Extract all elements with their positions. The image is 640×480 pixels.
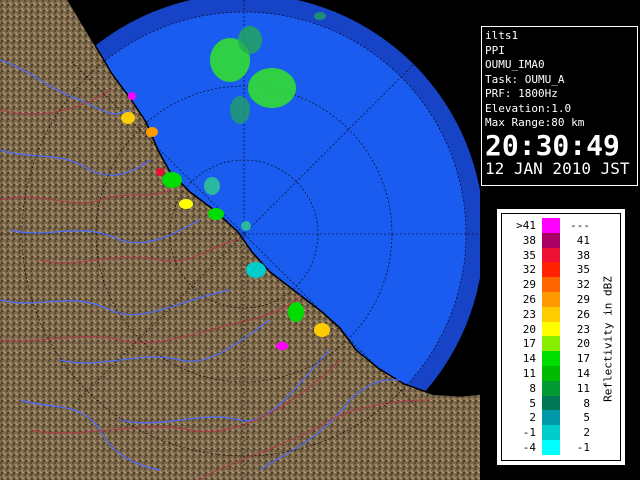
legend-high-value: 2 <box>583 426 590 440</box>
legend-row: 11 14 <box>502 366 602 381</box>
legend-low-value: 26 <box>522 293 536 306</box>
legend-row: 26 29 <box>502 292 602 307</box>
legend-row: 17 20 <box>502 336 602 352</box>
legend-high-value: 23 <box>576 322 590 336</box>
legend-high-value: 20 <box>576 337 590 351</box>
legend-color-swatch <box>542 366 560 381</box>
legend-low-value: 32 <box>522 263 536 277</box>
legend-color-swatch <box>542 262 560 278</box>
legend-row: 14 17 <box>502 351 602 367</box>
legend-row: 8 11 <box>502 380 602 396</box>
legend-color-swatch <box>542 410 560 426</box>
legend-low-value: -4 <box>522 441 536 454</box>
legend-row: 25 <box>502 410 602 426</box>
legend-low-value: >41 <box>516 219 536 232</box>
legend-low-value: 20 <box>522 322 536 336</box>
legend-high-value: 8 <box>583 396 590 410</box>
radar-ppi-map[interactable] <box>0 0 480 480</box>
task-name: Task: OUMU_A <box>485 72 565 86</box>
legend-frame: >41 --- 38 41 35 38 32 35 29 32 26 29 23 26 20 23 17 20 14… <box>501 213 621 461</box>
legend-color-swatch <box>542 440 560 455</box>
station-id: OUMU_IMA0 <box>485 58 545 71</box>
legend-row: -1 2 <box>502 425 602 441</box>
legend-row: 35 38 <box>502 247 602 263</box>
elevation-value: Elevation:1.0 <box>485 101 572 115</box>
legend-low-value: 8 <box>529 381 536 395</box>
legend-high-value: 17 <box>576 352 590 366</box>
legend-color-swatch <box>542 232 560 248</box>
legend-low-value: 23 <box>522 307 536 321</box>
legend-high-value: 38 <box>576 248 590 262</box>
legend-row: 38 41 <box>502 232 602 248</box>
legend-color-swatch <box>542 218 560 233</box>
legend-low-value: 11 <box>522 367 536 380</box>
legend-low-value: 38 <box>522 233 536 247</box>
legend-low-value: -1 <box>522 426 536 440</box>
legend-row: 32 35 <box>502 262 602 278</box>
legend-color-swatch <box>542 336 560 352</box>
legend-row: 58 <box>502 395 602 411</box>
legend-low-value: 29 <box>522 278 536 292</box>
legend-row: >41 --- <box>502 218 602 233</box>
site-name: ilts1 <box>485 29 519 42</box>
legend-low-value: 2 <box>529 411 536 425</box>
legend-low-value: 14 <box>522 352 536 366</box>
legend-high-value: 11 <box>576 381 590 395</box>
legend-color-swatch <box>542 425 560 441</box>
legend-high-value: 32 <box>576 278 590 292</box>
legend-color-swatch <box>542 321 560 337</box>
legend-low-value: 35 <box>522 248 536 262</box>
legend-color-swatch <box>542 380 560 396</box>
scan-time: 20:30:49 <box>485 128 620 162</box>
legend-high-value: 35 <box>576 263 590 277</box>
legend-row: 20 23 <box>502 321 602 337</box>
legend-high-value: 5 <box>583 411 590 425</box>
legend-color-swatch <box>542 292 560 307</box>
scan-date: 12 JAN 2010 JST <box>485 158 630 178</box>
legend-color-swatch <box>542 351 560 367</box>
legend-high-value: 41 <box>576 233 590 247</box>
legend-color-swatch <box>542 247 560 263</box>
legend-high-value: --- <box>570 219 590 232</box>
legend-unit-label: Reflectivity in dBZ <box>598 254 618 424</box>
legend-row: 29 32 <box>502 277 602 293</box>
prf-value: PRF: 1800Hz <box>485 87 558 100</box>
legend-low-value: 5 <box>529 396 536 410</box>
info-panel: ilts1 PPI OUMU_IMA0 Task: OUMU_A PRF: 18… <box>481 26 638 186</box>
legend-high-value: 26 <box>576 307 590 321</box>
legend-color-swatch <box>542 277 560 293</box>
legend-unit-text: Reflectivity in dBZ <box>601 276 615 402</box>
legend-color-swatch <box>542 306 560 322</box>
reflectivity-legend: >41 --- 38 41 35 38 32 35 29 32 26 29 23 26 20 23 17 20 14… <box>496 208 626 466</box>
legend-high-value: 29 <box>576 293 590 306</box>
legend-row: 23 26 <box>502 306 602 322</box>
legend-color-swatch <box>542 395 560 411</box>
product-type: PPI <box>485 43 505 57</box>
legend-high-value: -1 <box>576 441 590 454</box>
legend-row: -4 -1 <box>502 440 602 455</box>
legend-low-value: 17 <box>522 337 536 351</box>
legend-high-value: 14 <box>576 367 590 380</box>
